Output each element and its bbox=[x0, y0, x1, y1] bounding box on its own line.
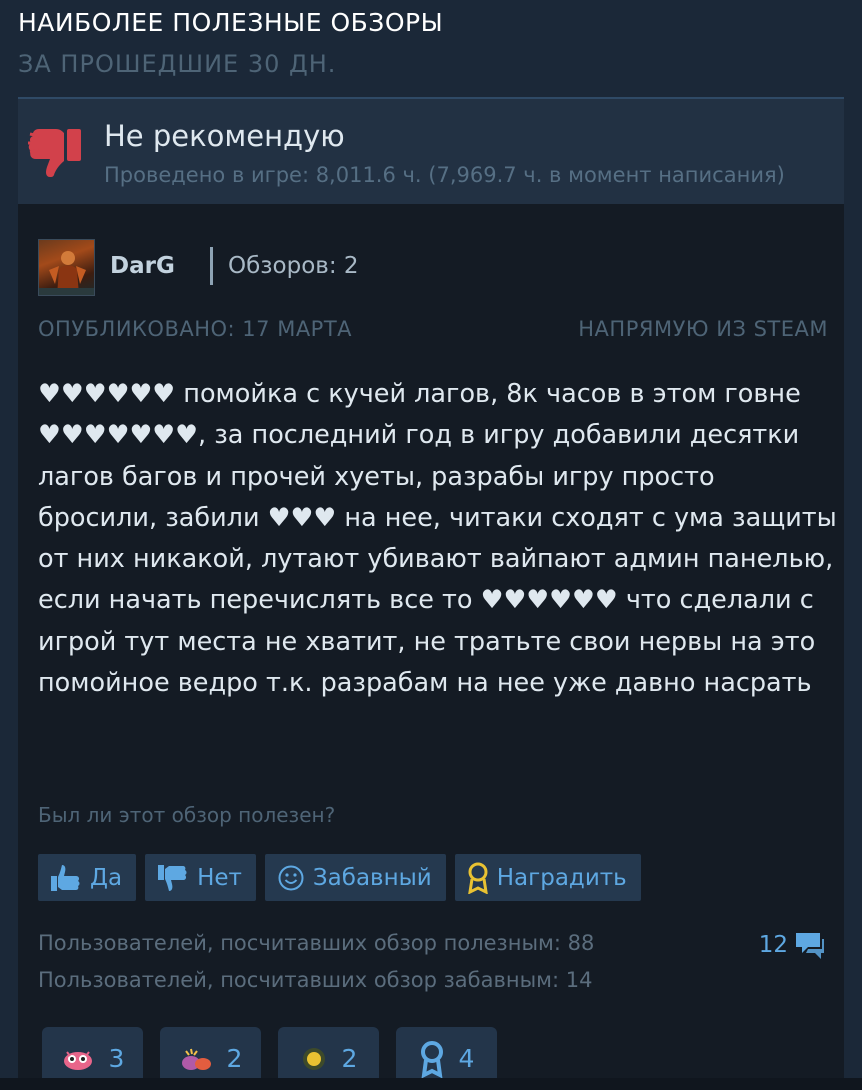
review-header[interactable]: Не рекомендую Проведено в игре: 8,011.6 … bbox=[18, 97, 844, 204]
comment-count: 12 bbox=[758, 932, 788, 958]
helpful-question: Был ли этот обзор полезен? bbox=[38, 803, 336, 827]
comments-link[interactable]: 12 bbox=[759, 929, 826, 961]
vote-funny-button[interactable]: Забавный bbox=[264, 854, 446, 901]
vote-no-button[interactable]: Нет bbox=[145, 854, 256, 901]
posted-date: ОПУБЛИКОВАНО: 17 МАРТА bbox=[38, 317, 353, 341]
thumbs-down-icon bbox=[28, 129, 81, 177]
award-count: 2 bbox=[226, 1044, 243, 1073]
vote-yes-label: Да bbox=[90, 864, 123, 891]
award-label: Наградить bbox=[496, 864, 627, 891]
name-divider bbox=[210, 247, 213, 285]
review-verdict: Не рекомендую bbox=[104, 119, 345, 153]
section-title: НАИБОЛЕЕ ПОЛЕЗНЫЕ ОБЗОРЫ bbox=[18, 8, 444, 37]
vote-funny-label: Забавный bbox=[312, 864, 432, 891]
section-subtitle: ЗА ПРОШЕДШИЕ 30 ДН. bbox=[18, 50, 337, 78]
vote-buttons: Да Нет Забавный Наградить bbox=[38, 854, 641, 901]
playtime: Проведено в игре: 8,011.6 ч. (7,969.7 ч.… bbox=[104, 163, 785, 187]
author-review-count[interactable]: Обзоров: 2 bbox=[228, 253, 359, 279]
award-count: 2 bbox=[341, 1044, 358, 1073]
author-name[interactable]: DarG bbox=[110, 253, 175, 279]
comment-bubble-icon bbox=[796, 933, 824, 959]
award-ribbon-icon bbox=[467, 862, 488, 894]
thumbs-up-icon bbox=[51, 864, 80, 891]
helpful-count: Пользователей, посчитавших обзор полезны… bbox=[38, 931, 595, 955]
avatar[interactable] bbox=[38, 239, 95, 296]
award-count: 3 bbox=[108, 1044, 125, 1073]
smiley-icon bbox=[278, 865, 304, 890]
vote-no-label: Нет bbox=[197, 864, 242, 891]
award-button[interactable]: Наградить bbox=[454, 854, 641, 901]
avatar-image bbox=[39, 251, 94, 295]
creature-award-icon bbox=[63, 1050, 92, 1070]
bottom-bar bbox=[0, 1078, 862, 1090]
award-count: 4 bbox=[458, 1044, 475, 1073]
party-award-icon bbox=[181, 1048, 211, 1070]
review-text: ♥♥♥♥♥♥ помойка с кучей лагов, 8к часов в… bbox=[38, 379, 837, 699]
vote-yes-button[interactable]: Да bbox=[38, 854, 137, 901]
author-row: DarG Обзоров: 2 bbox=[38, 239, 818, 297]
sun-award-icon bbox=[302, 1047, 325, 1070]
medal-award-icon bbox=[420, 1040, 443, 1078]
funny-count: Пользователей, посчитавших обзор забавны… bbox=[38, 968, 593, 992]
thumbs-down-small-icon bbox=[158, 864, 187, 891]
review-card: Не рекомендую Проведено в игре: 8,011.6 … bbox=[18, 97, 844, 1090]
review-source: НАПРЯМУЮ ИЗ STEAM bbox=[578, 317, 828, 341]
